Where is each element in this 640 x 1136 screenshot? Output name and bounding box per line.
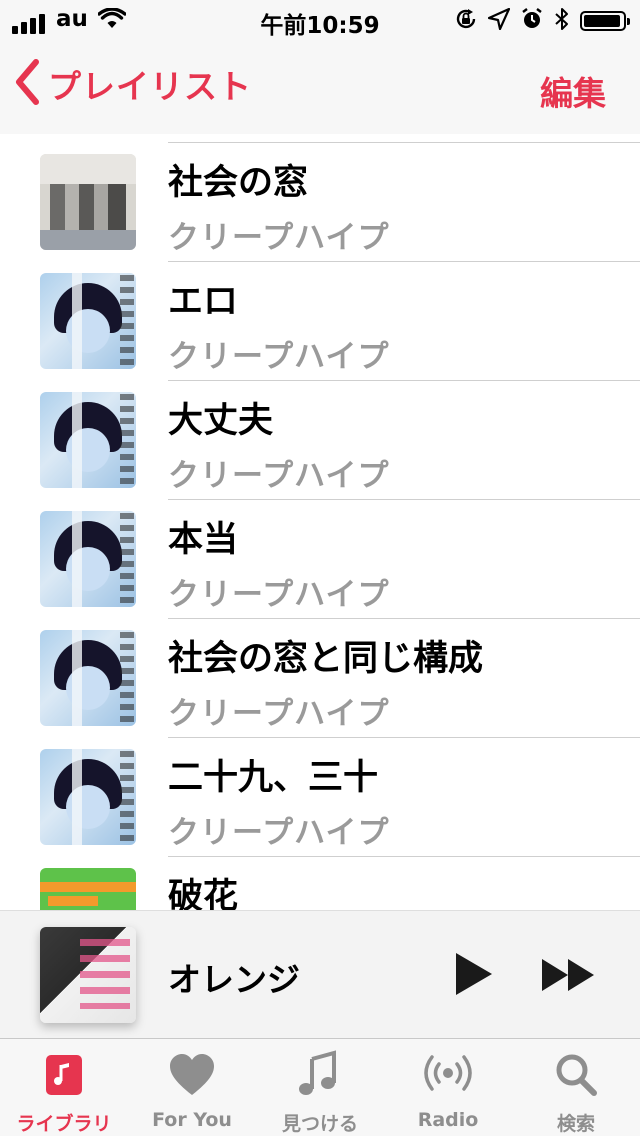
tab-label: 見つける	[281, 1113, 358, 1135]
song-row[interactable]: 社会の窓と同じ構成 クリープハイプ	[0, 618, 640, 737]
song-row[interactable]: 大丈夫 クリープハイプ	[0, 380, 640, 499]
rotation-lock-icon	[454, 7, 478, 35]
mini-player[interactable]: オレンジ	[0, 910, 640, 1038]
tab-label: Radio	[417, 1109, 479, 1131]
fast-forward-icon[interactable]	[540, 957, 596, 993]
album-art	[40, 392, 136, 488]
row-divider	[168, 618, 640, 619]
song-artist: クリープハイプ	[168, 696, 390, 732]
battery-icon	[580, 11, 630, 31]
now-playing-title: オレンジ	[168, 960, 300, 999]
tab-label: 検索	[556, 1113, 595, 1135]
tab-label: ライブラリ	[16, 1113, 112, 1135]
song-artist: クリープハイプ	[168, 339, 390, 375]
song-row[interactable]: 二十九、三十 クリープハイプ	[0, 737, 640, 856]
heart-icon	[164, 1049, 220, 1103]
song-artist: クリープハイプ	[168, 220, 390, 256]
tab-bar: ライブラリ For You 見つける Radio 検索	[0, 1038, 640, 1136]
radio-icon	[420, 1049, 476, 1103]
song-list: 社会の窓 クリープハイプ エロ クリープハイプ 大丈夫 クリープハイプ 本当 ク…	[0, 142, 640, 975]
now-playing-album-art	[40, 927, 136, 1023]
tab-library[interactable]: ライブラリ	[0, 1039, 128, 1136]
edit-button[interactable]: 編集	[540, 67, 606, 115]
song-row[interactable]: エロ クリープハイプ	[0, 261, 640, 380]
tab-search[interactable]: 検索	[512, 1039, 640, 1136]
chevron-left-icon	[14, 58, 40, 110]
row-divider	[168, 261, 640, 262]
back-button[interactable]: プレイリスト	[14, 58, 252, 110]
row-divider	[168, 142, 640, 143]
album-art	[40, 273, 136, 369]
album-art	[40, 749, 136, 845]
song-title: 大丈夫	[168, 401, 274, 441]
song-title: 本当	[168, 520, 239, 560]
song-title: エロ	[168, 282, 239, 322]
song-title: 二十九、三十	[168, 758, 379, 798]
song-row[interactable]: 社会の窓 クリープハイプ	[0, 142, 640, 261]
song-artist: クリープハイプ	[168, 577, 390, 613]
tab-browse[interactable]: 見つける	[256, 1039, 384, 1136]
back-button-label: プレイリスト	[48, 67, 252, 106]
song-artist: クリープハイプ	[168, 815, 390, 851]
search-icon	[548, 1049, 604, 1103]
song-row[interactable]: 本当 クリープハイプ	[0, 499, 640, 618]
library-icon	[36, 1049, 92, 1103]
album-art	[40, 630, 136, 726]
music-note-icon	[292, 1049, 348, 1103]
navigation-bar: プレイリスト 編集	[0, 40, 640, 134]
row-divider	[168, 499, 640, 500]
song-artist: クリープハイプ	[168, 458, 390, 494]
tab-label: For You	[152, 1109, 232, 1131]
album-art	[40, 511, 136, 607]
alarm-icon	[520, 7, 544, 35]
bluetooth-icon	[554, 7, 570, 35]
song-title: 社会の窓と同じ構成	[168, 639, 484, 679]
song-title: 社会の窓	[168, 163, 309, 203]
row-divider	[168, 737, 640, 738]
row-divider	[168, 856, 640, 857]
status-bar: au 午前10:59	[0, 0, 640, 40]
status-icons	[454, 7, 630, 35]
tab-radio[interactable]: Radio	[384, 1039, 512, 1136]
location-icon	[487, 7, 511, 34]
row-divider	[168, 380, 640, 381]
play-icon[interactable]	[456, 953, 492, 995]
tab-for-you[interactable]: For You	[128, 1039, 256, 1136]
album-art	[40, 154, 136, 250]
